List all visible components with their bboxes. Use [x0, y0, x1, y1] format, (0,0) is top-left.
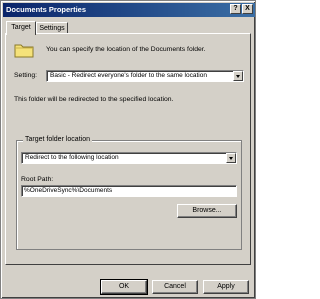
help-button[interactable]: ?: [230, 4, 241, 14]
folder-icon: [14, 44, 34, 58]
setting-label: Setting:: [14, 72, 38, 79]
ok-button[interactable]: OK: [100, 279, 148, 295]
info-text: This folder will be redirected to the sp…: [14, 96, 174, 103]
chevron-down-icon[interactable]: [233, 71, 243, 81]
target-folder-group: Target folder location Redirect to the f…: [16, 136, 242, 250]
browse-button[interactable]: Browse...: [177, 204, 237, 218]
properties-dialog: Documents Properties ? X Target Settings…: [0, 0, 256, 299]
intro-text: You can specify the location of the Docu…: [46, 46, 206, 53]
root-path-label: Root Path:: [21, 176, 54, 183]
cancel-button[interactable]: Cancel: [152, 280, 198, 294]
tab-target[interactable]: Target: [6, 21, 36, 35]
chevron-down-icon[interactable]: [226, 153, 236, 163]
apply-button[interactable]: Apply: [203, 280, 249, 294]
title-bar: Documents Properties: [3, 3, 255, 17]
setting-dropdown[interactable]: Basic - Redirect everyone's folder to th…: [46, 70, 244, 82]
root-path-input[interactable]: %OneDriveSync%\Documents: [21, 185, 237, 197]
tab-panel-target: You can specify the location of the Docu…: [5, 33, 251, 265]
group-label: Target folder location: [23, 136, 92, 143]
location-dropdown[interactable]: Redirect to the following location: [21, 152, 237, 164]
window-title: Documents Properties: [6, 5, 87, 14]
close-button[interactable]: X: [242, 4, 253, 14]
